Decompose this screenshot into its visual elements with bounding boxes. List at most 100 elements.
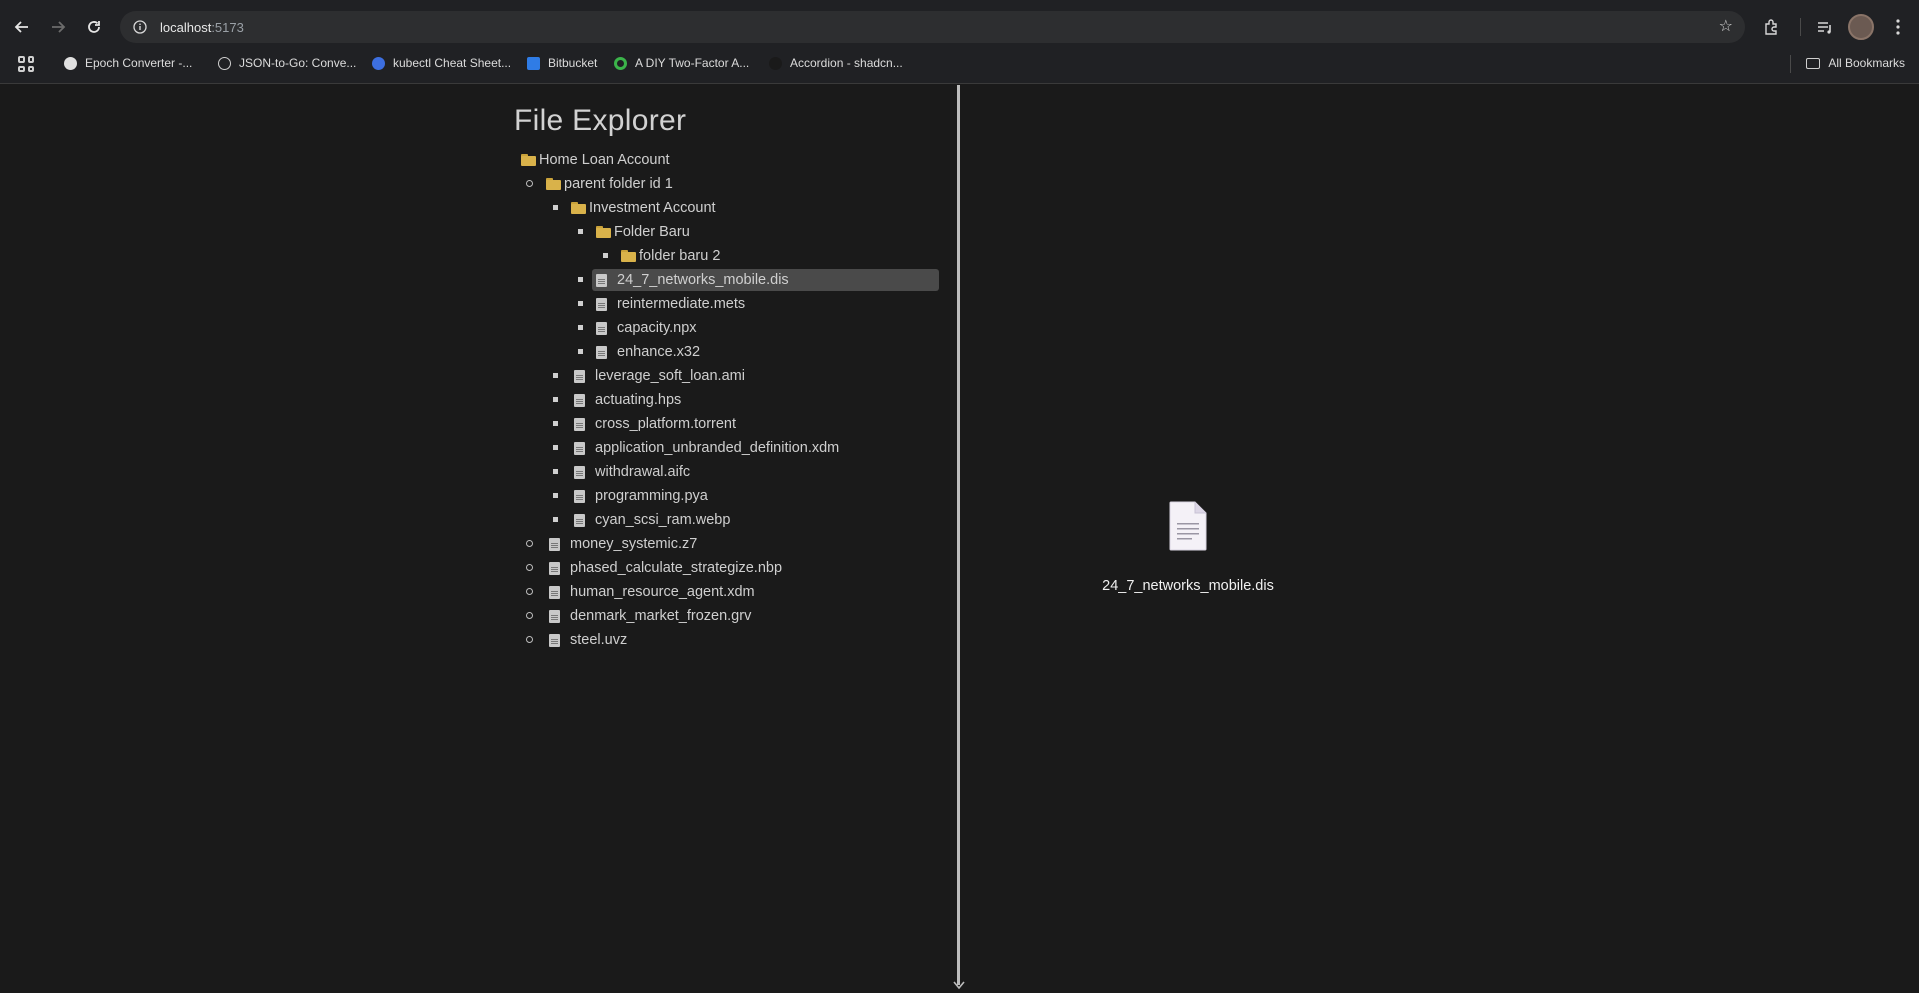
media-queue-icon[interactable] bbox=[1811, 13, 1839, 41]
tree-file-item[interactable]: phased_calculate_strategize.nbp bbox=[549, 557, 782, 579]
url-text: localhost:5173 bbox=[160, 19, 244, 35]
tree-item-label: steel.uvz bbox=[570, 632, 628, 648]
square-bullet-icon bbox=[603, 253, 608, 258]
shadcn-icon bbox=[769, 56, 782, 70]
square-bullet-icon bbox=[553, 373, 558, 378]
bookmarks-bar: Epoch Converter -... JSON-to-Go: Conve..… bbox=[0, 50, 1919, 78]
kubernetes-icon bbox=[372, 56, 385, 70]
square-bullet-icon bbox=[553, 205, 558, 210]
tree-item-label: Folder Baru bbox=[614, 224, 690, 240]
square-bullet-icon bbox=[553, 469, 558, 474]
tree-item-label: 24_7_networks_mobile.dis bbox=[617, 272, 789, 288]
bookmark-star-icon[interactable]: ☆ bbox=[1719, 16, 1733, 36]
tree-file-item[interactable]: withdrawal.aifc bbox=[574, 461, 690, 483]
tree-file-item[interactable]: actuating.hps bbox=[574, 389, 681, 411]
tree-file-item[interactable]: denmark_market_frozen.grv bbox=[549, 605, 751, 627]
tree-item-label: cross_platform.torrent bbox=[595, 416, 737, 432]
tree-item-label: application_unbranded_definition.xdm bbox=[595, 440, 840, 456]
tree-folder-item[interactable]: parent folder id 1 bbox=[546, 173, 673, 195]
toolbar-separator bbox=[1800, 18, 1801, 36]
bookmark-diy-two-factor[interactable]: A DIY Two-Factor A... bbox=[614, 56, 749, 70]
site-info-icon[interactable] bbox=[129, 16, 151, 38]
tree-file-item[interactable]: enhance.x32 bbox=[596, 341, 700, 363]
bookmark-label: Bitbucket bbox=[548, 56, 598, 70]
tree-item-label: Home Loan Account bbox=[539, 152, 670, 168]
tree-folder-item[interactable]: Investment Account bbox=[571, 197, 716, 219]
tree-file-item[interactable]: application_unbranded_definition.xdm bbox=[574, 437, 839, 459]
file-icon bbox=[574, 369, 585, 383]
circle-bullet-icon bbox=[526, 636, 533, 643]
bookmark-json-to-go[interactable]: JSON-to-Go: Conve... bbox=[218, 56, 356, 70]
square-bullet-icon bbox=[553, 445, 558, 450]
square-bullet-icon bbox=[553, 517, 558, 522]
square-bullet-icon bbox=[578, 325, 583, 330]
tree-folder-item[interactable]: Home Loan Account bbox=[521, 149, 670, 171]
apps-grid-icon[interactable] bbox=[18, 56, 34, 72]
folder-icon bbox=[621, 250, 636, 262]
tree-folder-item[interactable]: folder baru 2 bbox=[621, 245, 720, 267]
preview-file-name: 24_7_networks_mobile.dis bbox=[1102, 578, 1274, 594]
profile-avatar[interactable] bbox=[1848, 14, 1874, 40]
tree-file-item[interactable]: leverage_soft_loan.ami bbox=[574, 365, 745, 387]
square-bullet-icon bbox=[553, 493, 558, 498]
bookmark-accordion-shadcn[interactable]: Accordion - shadcn... bbox=[769, 56, 903, 70]
reload-icon[interactable] bbox=[80, 13, 108, 41]
tree-file-item[interactable]: cross_platform.torrent bbox=[574, 413, 736, 435]
file-icon bbox=[596, 321, 607, 335]
tree-folder-item[interactable]: Folder Baru bbox=[596, 221, 690, 243]
circle-bullet-icon bbox=[526, 612, 533, 619]
file-icon bbox=[574, 393, 585, 407]
tree-item-label: actuating.hps bbox=[595, 392, 682, 408]
clock-icon bbox=[64, 56, 77, 70]
bookmark-label: A DIY Two-Factor A... bbox=[635, 56, 750, 70]
square-bullet-icon bbox=[553, 421, 558, 426]
tree-item-label: reintermediate.mets bbox=[617, 296, 746, 312]
tree-item-label: human_resource_agent.xdm bbox=[570, 584, 755, 600]
all-bookmarks-button[interactable]: All Bookmarks bbox=[1806, 56, 1905, 70]
panel-divider[interactable] bbox=[957, 85, 960, 985]
bookmark-label: Epoch Converter -... bbox=[85, 56, 193, 70]
bookmark-kubectl[interactable]: kubectl Cheat Sheet... bbox=[372, 56, 511, 70]
address-bar[interactable]: localhost:5173 ☆ bbox=[120, 11, 1745, 43]
bookmark-label: JSON-to-Go: Conve... bbox=[239, 56, 357, 70]
all-bookmarks-label: All Bookmarks bbox=[1828, 56, 1905, 70]
tree-item-label: programming.pya bbox=[595, 488, 708, 504]
tree-file-item[interactable]: cyan_scsi_ram.webp bbox=[574, 509, 730, 531]
circle-bullet-icon bbox=[526, 564, 533, 571]
file-icon bbox=[596, 297, 607, 311]
file-icon bbox=[574, 465, 585, 479]
file-icon bbox=[596, 345, 607, 359]
tree-file-item[interactable]: money_systemic.z7 bbox=[549, 533, 697, 555]
chevron-down-icon[interactable] bbox=[951, 977, 967, 993]
tree-file-item[interactable]: capacity.npx bbox=[596, 317, 697, 339]
extensions-icon[interactable] bbox=[1758, 13, 1786, 41]
bookmark-bitbucket[interactable]: Bitbucket bbox=[527, 56, 597, 70]
bitbucket-icon bbox=[527, 56, 540, 70]
back-arrow-icon[interactable] bbox=[8, 13, 36, 41]
folder-icon bbox=[571, 202, 586, 214]
file-icon bbox=[549, 609, 560, 623]
tree-item-label: denmark_market_frozen.grv bbox=[570, 608, 752, 624]
file-text-icon bbox=[1169, 501, 1207, 551]
tree-file-item[interactable]: human_resource_agent.xdm bbox=[549, 581, 755, 603]
explorer-panel bbox=[0, 85, 957, 993]
forward-arrow-icon[interactable] bbox=[44, 13, 72, 41]
tree-file-item[interactable]: 24_7_networks_mobile.dis bbox=[592, 269, 939, 291]
file-icon bbox=[574, 489, 585, 503]
file-icon bbox=[574, 441, 585, 455]
tree-file-item[interactable]: reintermediate.mets bbox=[596, 293, 745, 315]
folder-outline-icon bbox=[1806, 57, 1821, 69]
tree-item-label: capacity.npx bbox=[617, 320, 697, 336]
circle-bullet-icon bbox=[526, 540, 533, 547]
file-icon bbox=[596, 273, 607, 287]
tree-item-label: folder baru 2 bbox=[639, 248, 721, 264]
menu-kebab-icon[interactable] bbox=[1884, 13, 1912, 41]
square-bullet-icon bbox=[578, 349, 583, 354]
tree-item-label: Investment Account bbox=[589, 200, 716, 216]
bookmark-epoch-converter[interactable]: Epoch Converter -... bbox=[64, 56, 192, 70]
file-icon bbox=[549, 585, 560, 599]
square-bullet-icon bbox=[578, 301, 583, 306]
folder-icon bbox=[596, 226, 611, 238]
tree-file-item[interactable]: programming.pya bbox=[574, 485, 708, 507]
tree-file-item[interactable]: steel.uvz bbox=[549, 629, 627, 651]
